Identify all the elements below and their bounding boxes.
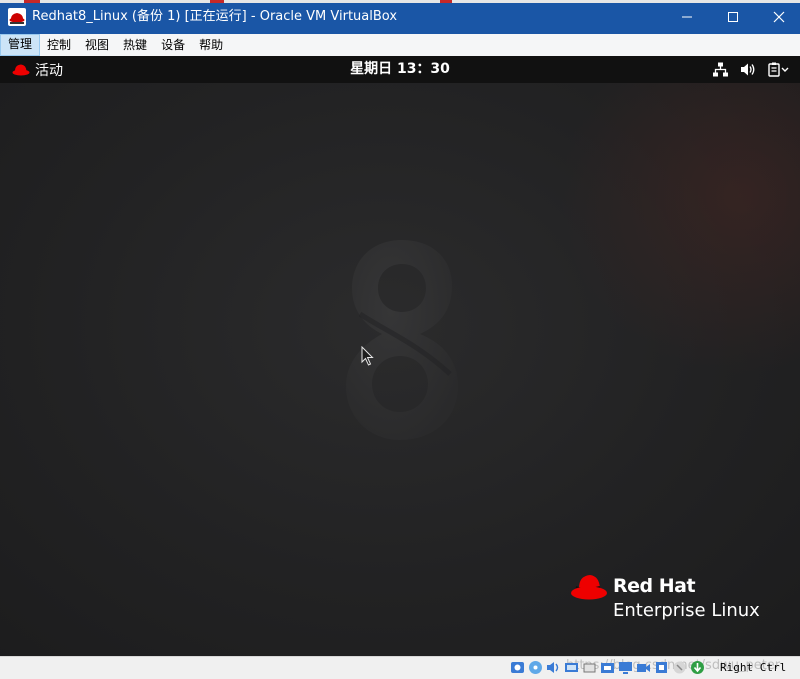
network-icon [713,62,728,77]
display-icon[interactable] [618,660,633,675]
minimize-button[interactable] [664,0,710,34]
menu-devices[interactable]: 设备 [154,35,192,55]
vbox-menubar: 管理 控制 视图 热键 设备 帮助 [0,34,800,57]
close-icon [773,11,785,23]
clock[interactable]: 星期日 13：30 [350,61,450,77]
maximize-button[interactable] [710,0,756,34]
activities-label: 活动 [35,62,63,79]
mouse-pointer-icon [361,346,374,366]
menu-help[interactable]: 帮助 [192,35,230,55]
host-key-icon[interactable] [690,660,705,675]
gnome-topbar: 活动 星期日 13：30 [0,56,800,83]
redhat-app-icon[interactable] [8,8,26,26]
background-glow [560,56,800,376]
redhat-logo-icon [571,575,607,600]
shared-folders-icon[interactable] [600,660,615,675]
brand-red-hat: Red Hat [613,575,696,597]
video-capture-icon[interactable] [636,660,651,675]
volume-icon [740,62,756,77]
cpu-icon[interactable] [654,660,669,675]
window-title: Redhat8_Linux (备份 1) [正在运行] - Oracle VM … [32,9,398,24]
rhel-branding: Red Hat Enterprise Linux [570,571,770,621]
optical-drive-icon[interactable] [528,660,543,675]
menu-view[interactable]: 视图 [78,35,116,55]
audio-icon[interactable] [546,660,561,675]
menu-hotkey[interactable]: 热键 [116,35,154,55]
menu-manage[interactable]: 管理 [0,34,41,56]
network-adapter-icon[interactable] [564,660,579,675]
rhel8-logo [346,240,458,440]
hard-disk-icon[interactable] [510,660,525,675]
guest-screen[interactable]: 活动 星期日 13：30 Red Hat Enterprise Linux [0,56,800,656]
close-button[interactable] [756,0,800,34]
vbox-statusbar: https://blog.csdn.net/sdwu_peter Right C… [0,656,800,679]
brand-enterprise-linux: Enterprise Linux [613,600,760,621]
window-titlebar[interactable]: Redhat8_Linux (备份 1) [正在运行] - Oracle VM … [0,0,800,34]
menu-control[interactable]: 控制 [40,35,78,55]
maximize-icon [728,12,738,22]
activities-button[interactable]: 活动 [12,56,63,83]
host-key-label: Right Ctrl [720,661,787,674]
minimize-icon [682,16,692,18]
usb-icon[interactable] [582,660,597,675]
system-tray[interactable] [713,56,790,83]
redhat-hat-icon [12,64,30,75]
power-menu-icon [768,62,790,77]
mouse-integration-icon[interactable] [672,660,687,675]
